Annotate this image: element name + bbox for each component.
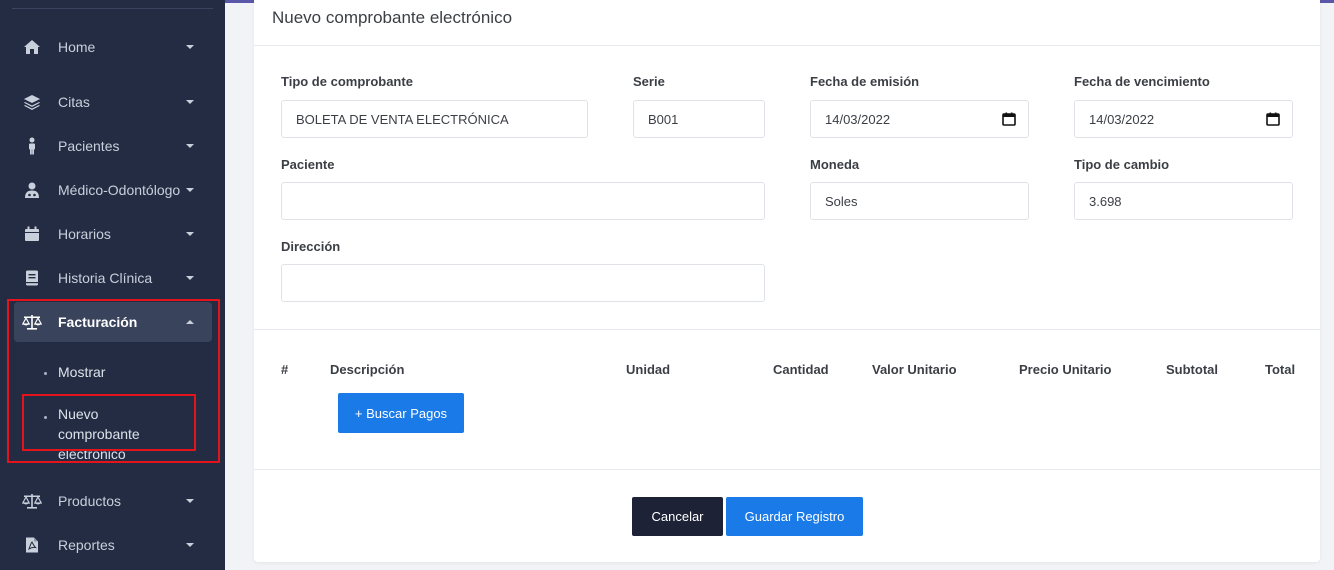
calendar-icon[interactable] [1002,112,1016,126]
chevron-down-icon [186,45,194,49]
sidebar-item-pacientes[interactable]: Pacientes [14,126,212,166]
table-header-subtotal: Subtotal [1166,362,1218,377]
chevron-down-icon [186,232,194,236]
sidebar-item-citas[interactable]: Citas [14,82,212,122]
sidebar-item-medico-odontologo[interactable]: Médico-Odontólogo [14,170,212,210]
fecha-emision-label: Fecha de emisión [810,74,920,89]
table-header-descripcion: Descripción [330,362,405,377]
form-card: Nuevo comprobante electrónico Tipo de co… [254,0,1320,562]
chevron-down-icon [186,543,194,547]
chevron-down-icon [186,144,194,148]
layers-icon [22,92,42,112]
chevron-down-icon [186,499,194,503]
sidebar-item-productos[interactable]: Productos [14,481,212,521]
moneda-label: Moneda [810,157,860,172]
tipo-cambio-field[interactable]: 3.698 [1074,182,1293,220]
buscar-pagos-button[interactable]: + Buscar Pagos [338,393,464,433]
sidebar-item-reportes[interactable]: Reportes [14,525,212,565]
footer-divider [254,469,1320,470]
tipo-cambio-label: Tipo de cambio [1074,157,1170,172]
home-icon [22,37,42,57]
doctor-icon [22,180,42,200]
sidebar-item-label: Home [58,39,96,55]
sidebar-item-home[interactable]: Home [14,27,212,67]
sidebar-item-label: Médico-Odontólogo [58,182,181,198]
table-header-unidad: Unidad [626,362,671,377]
table-header-valor-unitario: Valor Unitario [872,362,957,377]
fecha-vencimiento-field[interactable]: 14/03/2022 [1074,100,1293,138]
tipo-comprobante-label: Tipo de comprobante [281,74,413,89]
paciente-field[interactable] [281,182,765,220]
cancel-button[interactable]: Cancelar [632,497,723,536]
tipo-comprobante-field[interactable]: BOLETA DE VENTA ELECTRÓNICA [281,100,588,138]
highlight-box-nuevo-comprobante [22,394,196,451]
sidebar: Home Citas Pacientes Médico-Odontólogo H… [0,0,225,570]
moneda-value: Soles [825,193,858,209]
sidebar-divider [12,8,213,9]
balance-scale-icon [22,491,42,511]
tipo-comprobante-value: BOLETA DE VENTA ELECTRÓNICA [296,111,509,127]
book-icon [22,268,42,288]
save-button[interactable]: Guardar Registro [726,497,863,536]
tipo-cambio-value: 3.698 [1089,193,1122,209]
person-icon [22,136,42,156]
table-header-cantidad: Cantidad [773,362,829,377]
direccion-label: Dirección [281,239,341,254]
fecha-emision-field[interactable]: 14/03/2022 [810,100,1029,138]
sidebar-item-label: Horarios [58,226,111,242]
table-header-total: Total [1265,362,1296,377]
header-divider [254,45,1320,46]
calendar-icon [22,224,42,244]
calendar-icon[interactable] [1266,112,1280,126]
sidebar-item-historia-clinica[interactable]: Historia Clínica [14,258,212,298]
sidebar-item-label: Productos [58,493,122,509]
section-divider [254,329,1320,330]
sidebar-item-label: Citas [58,94,90,110]
chevron-down-icon [186,188,194,192]
serie-label: Serie [633,74,665,89]
moneda-field[interactable]: Soles [810,182,1029,220]
sidebar-item-label: Reportes [58,537,115,553]
pdf-file-icon [22,535,42,555]
serie-field[interactable]: B001 [633,100,765,138]
chevron-down-icon [186,100,194,104]
table-header-precio-unitario: Precio Unitario [1019,362,1112,377]
fecha-emision-value: 14/03/2022 [825,111,891,127]
sidebar-item-horarios[interactable]: Horarios [14,214,212,254]
serie-value: B001 [648,111,679,127]
fecha-vencimiento-value: 14/03/2022 [1089,111,1155,127]
direccion-field[interactable] [281,264,765,302]
chevron-down-icon [186,276,194,280]
sidebar-item-label: Pacientes [58,138,120,154]
fecha-vencimiento-label: Fecha de vencimiento [1074,74,1210,89]
paciente-label: Paciente [281,157,335,172]
table-header-number: # [281,362,289,377]
sidebar-item-label: Historia Clínica [58,270,153,286]
page-title: Nuevo comprobante electrónico [272,8,513,27]
